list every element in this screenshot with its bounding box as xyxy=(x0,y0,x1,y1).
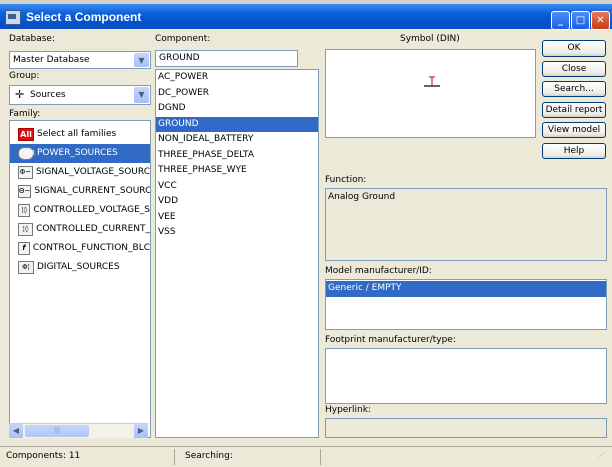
scroll-right-icon[interactable]: ▶ xyxy=(134,424,148,438)
window-title: Select a Component xyxy=(26,10,142,24)
controlled-voltage-icon: ¦◊ xyxy=(18,204,31,217)
detail-report-button[interactable]: Detail report xyxy=(542,102,606,118)
list-item[interactable]: DC_POWER xyxy=(156,86,318,102)
function-label: Function: xyxy=(325,175,367,185)
model-label: Model manufacturer/ID: xyxy=(325,266,432,276)
group-select[interactable]: ✛ Sources ▼ xyxy=(9,85,151,105)
family-horizontal-scrollbar[interactable]: ◀ ||| ▶ xyxy=(9,423,148,438)
component-search-input[interactable]: GROUND xyxy=(155,50,298,67)
title-bar[interactable]: Select a Component _ □ ✕ xyxy=(0,4,612,30)
searching-status: Searching: xyxy=(185,451,233,461)
footprint-label: Footprint manufacturer/type: xyxy=(325,335,456,345)
list-item-selected[interactable]: GROUND xyxy=(156,116,318,132)
signal-current-icon: Θ~ xyxy=(18,185,32,198)
list-item[interactable]: AC_POWER xyxy=(156,70,318,86)
list-item[interactable]: NON_IDEAL_BATTERY xyxy=(156,132,318,148)
function-value: Analog Ground xyxy=(328,192,396,202)
status-separator xyxy=(174,449,175,465)
family-item-label: SIGNAL_CURRENT_SOURC xyxy=(34,186,151,196)
digital-source-icon: Φ¦ xyxy=(18,261,34,274)
ground-symbol-icon xyxy=(424,76,440,87)
family-item-digital-sources[interactable]: Φ¦ DIGITAL_SOURCES xyxy=(10,258,150,277)
list-item[interactable]: THREE_PHASE_WYE xyxy=(156,163,318,179)
scroll-thumb[interactable]: ||| xyxy=(25,425,89,437)
close-icon[interactable]: ✕ xyxy=(591,11,610,30)
controlled-current-icon: ¦◊ xyxy=(18,223,34,236)
search-button[interactable]: Search... xyxy=(542,81,606,97)
family-item-signal-voltage[interactable]: Φ~ SIGNAL_VOLTAGE_SOURC xyxy=(10,163,150,182)
status-separator xyxy=(320,449,321,465)
component-label: Component: xyxy=(155,34,211,44)
family-item-label: CONTROLLED_CURRENT_ xyxy=(36,224,150,234)
list-item[interactable]: VSS xyxy=(156,225,318,241)
family-item-control-function[interactable]: f CONTROL_FUNCTION_BLC xyxy=(10,239,150,258)
family-item-label: CONTROLLED_VOLTAGE_S xyxy=(33,205,150,215)
footprint-list[interactable] xyxy=(325,348,607,404)
family-item-label: CONTROL_FUNCTION_BLC xyxy=(32,243,150,253)
status-bar: Components: 11 Searching: ⋰ xyxy=(0,446,612,467)
hyperlink-box xyxy=(325,418,607,438)
component-count: Components: 11 xyxy=(6,451,81,461)
family-item-controlled-voltage[interactable]: ¦◊ CONTROLLED_VOLTAGE_S xyxy=(10,201,150,220)
database-value: Master Database xyxy=(13,55,90,65)
list-item[interactable]: VDD xyxy=(156,194,318,210)
family-item-power-sources[interactable]: PWR POWER_SOURCES xyxy=(10,144,150,163)
list-item[interactable]: THREE_PHASE_DELTA xyxy=(156,148,318,164)
control-function-icon: f xyxy=(18,242,30,255)
hyperlink-label: Hyperlink: xyxy=(325,405,371,415)
symbol-preview xyxy=(325,49,536,138)
family-item-signal-current[interactable]: Θ~ SIGNAL_CURRENT_SOURC xyxy=(10,182,150,201)
list-item[interactable]: DGND xyxy=(156,101,318,117)
group-value: Sources xyxy=(30,90,66,100)
model-item-selected[interactable]: Generic / EMPTY xyxy=(326,281,606,297)
list-item[interactable]: VCC xyxy=(156,179,318,195)
family-label: Family: xyxy=(9,109,41,119)
component-window-icon xyxy=(5,10,21,25)
help-button[interactable]: Help xyxy=(542,143,606,159)
model-list[interactable]: Generic / EMPTY xyxy=(325,279,607,330)
component-list[interactable]: AC_POWER DC_POWER DGND GROUND NON_IDEAL_… xyxy=(155,69,319,438)
signal-voltage-icon: Φ~ xyxy=(18,166,33,179)
family-item-label: SIGNAL_VOLTAGE_SOURC xyxy=(35,167,150,177)
family-item-all[interactable]: All Select all families xyxy=(10,125,150,144)
maximize-icon[interactable]: □ xyxy=(571,11,590,30)
component-search-value: GROUND xyxy=(159,53,200,63)
function-box: Analog Ground xyxy=(325,188,607,261)
family-item-label: Select all families xyxy=(37,129,117,139)
family-item-label: POWER_SOURCES xyxy=(37,148,118,158)
symbol-label: Symbol (DIN) xyxy=(400,34,460,44)
sources-icon: ✛ xyxy=(15,88,25,101)
scroll-left-icon[interactable]: ◀ xyxy=(9,424,23,438)
family-list[interactable]: All Select all families PWR POWER_SOURCE… xyxy=(9,120,151,438)
all-families-icon: All xyxy=(18,128,34,141)
chevron-down-icon[interactable]: ▼ xyxy=(134,53,149,67)
power-source-icon: PWR xyxy=(18,147,35,160)
resize-grip-icon[interactable]: ⋰ xyxy=(597,451,605,460)
family-item-controlled-current[interactable]: ¦◊ CONTROLLED_CURRENT_ xyxy=(10,220,150,239)
chevron-down-icon[interactable]: ▼ xyxy=(134,87,149,103)
minimize-icon[interactable]: _ xyxy=(551,11,570,30)
database-label: Database: xyxy=(9,34,55,44)
family-item-label: DIGITAL_SOURCES xyxy=(37,262,120,272)
database-select[interactable]: Master Database ▼ xyxy=(9,51,151,69)
close-button[interactable]: Close xyxy=(542,61,606,77)
list-item[interactable]: VEE xyxy=(156,210,318,226)
ok-button[interactable]: OK xyxy=(542,40,606,57)
group-label: Group: xyxy=(9,71,40,81)
view-model-button[interactable]: View model xyxy=(542,122,606,138)
